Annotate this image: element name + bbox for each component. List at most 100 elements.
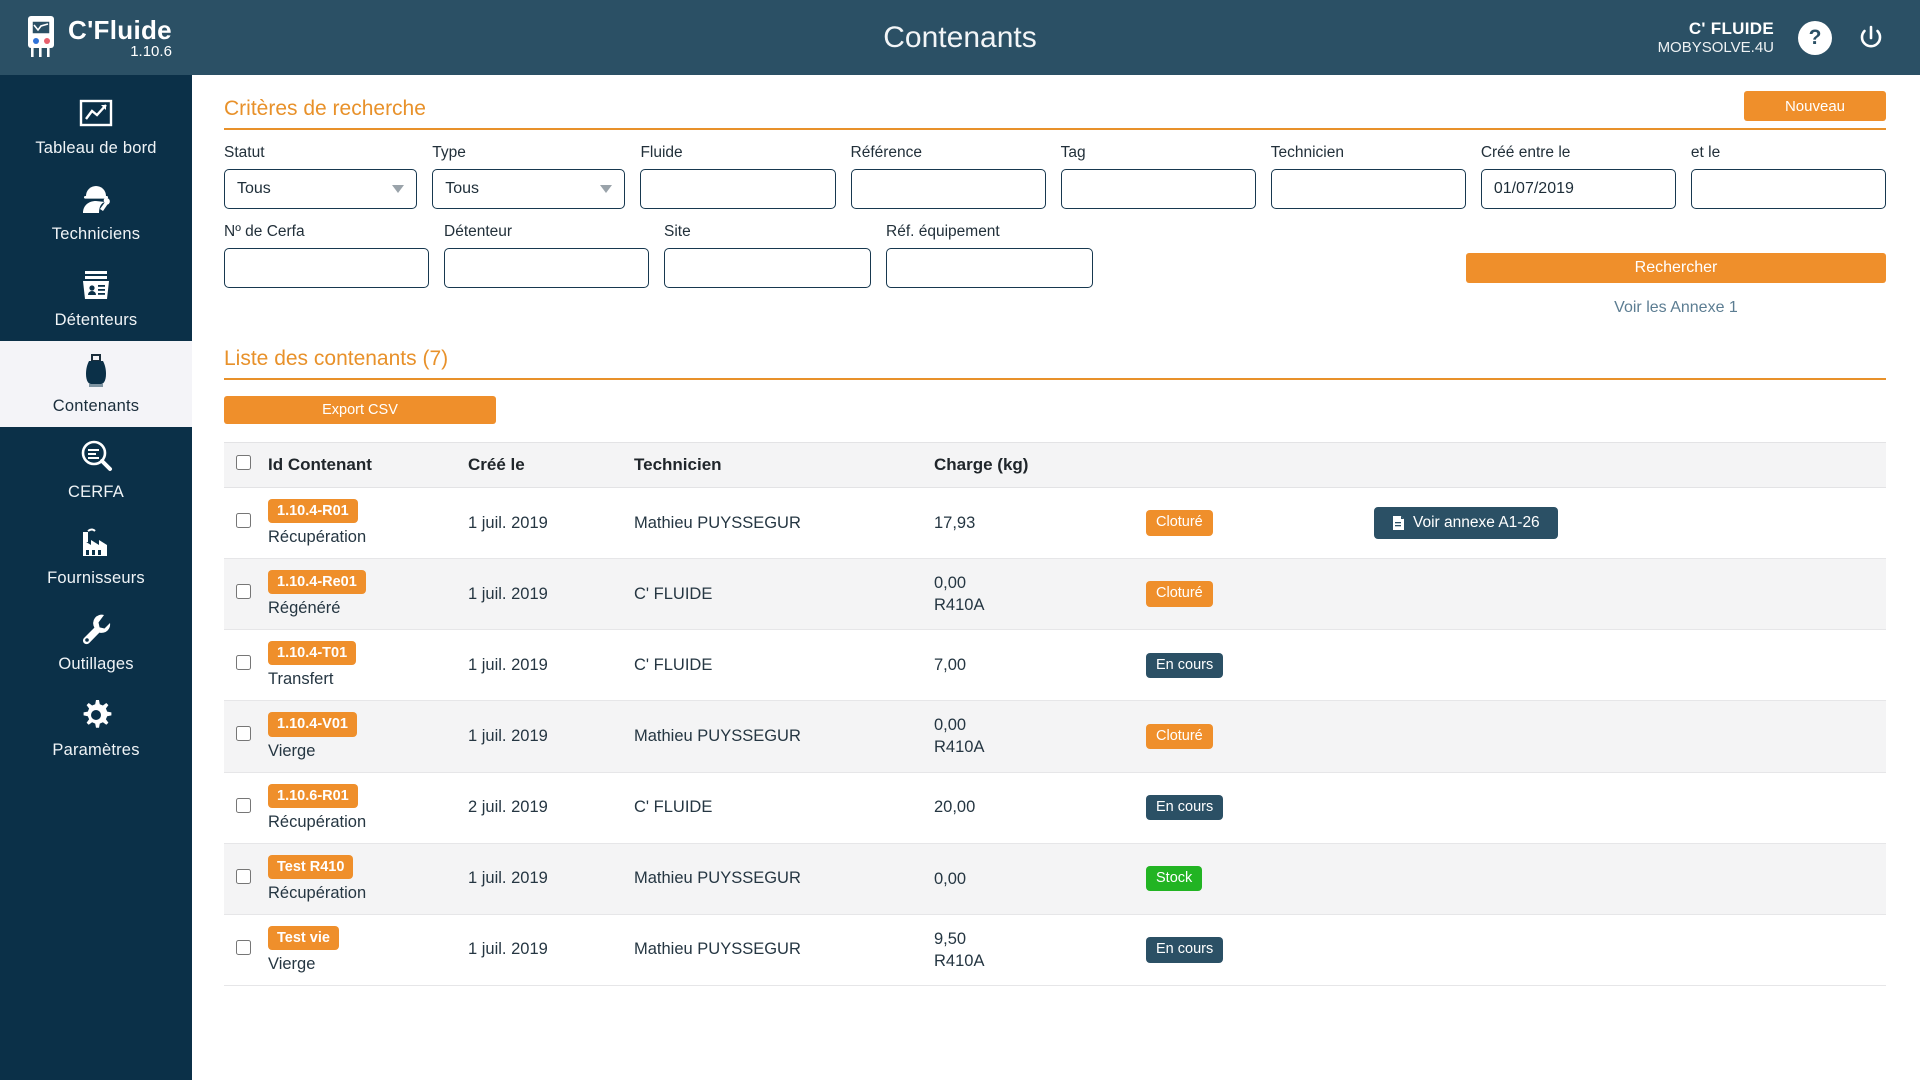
charge-value: 20,00 xyxy=(934,798,976,817)
table-row[interactable]: Test R410 Récupération 1 juil. 2019 Math… xyxy=(224,843,1886,915)
table-row[interactable]: 1.10.4-T01 Transfert 1 juil. 2019 C' FLU… xyxy=(224,629,1886,702)
container-type-label: Récupération xyxy=(268,883,367,902)
cell-status: En cours xyxy=(1146,629,1374,702)
sidebar-item-outillages[interactable]: Outillages xyxy=(0,599,192,685)
cell-created: 1 juil. 2019 xyxy=(468,487,634,560)
field-label: et le xyxy=(1690,144,1721,161)
table-row[interactable]: Test vie Vierge 1 juil. 2019 Mathieu PUY… xyxy=(224,914,1886,986)
row-checkbox[interactable] xyxy=(236,513,251,529)
charge-value: 7,00 xyxy=(934,656,967,675)
no-action xyxy=(1374,807,1886,808)
brand-logo-area[interactable]: C'Fluide 1.10.6 xyxy=(0,14,192,62)
status-badge: En cours xyxy=(1146,937,1224,963)
column-header-status xyxy=(1146,442,1374,488)
new-button[interactable]: Nouveau xyxy=(1744,91,1886,121)
row-checkbox[interactable] xyxy=(236,726,251,742)
row-select-cell xyxy=(224,487,268,560)
charge-value: 0,00 xyxy=(934,573,967,592)
account-sub: MOBYSOLVE.4U xyxy=(1657,38,1774,56)
cell-charge: 0,00 R410A xyxy=(934,700,1146,773)
cell-created: 1 juil. 2019 xyxy=(468,629,634,702)
container-id-badge: 1.10.6-R01 xyxy=(268,783,358,808)
sidebar-item-cerfa[interactable]: CERFA xyxy=(0,427,192,513)
ref-equipement-input[interactable] xyxy=(886,248,1093,288)
no-action xyxy=(1374,949,1886,950)
sidebar-item-detenteurs[interactable]: Détenteurs xyxy=(0,255,192,341)
chevron-down-icon xyxy=(392,185,405,193)
search-button[interactable]: Rechercher xyxy=(1466,253,1886,283)
field-label: Référence xyxy=(850,144,923,161)
cell-technician: Mathieu PUYSSEGUR xyxy=(634,700,934,773)
technicien-input[interactable] xyxy=(1270,169,1466,209)
type-select[interactable]: Tous xyxy=(432,169,626,209)
container-id-badge: 1.10.4-T01 xyxy=(268,641,357,666)
id-card-box-icon xyxy=(83,271,109,299)
tag-input[interactable] xyxy=(1060,169,1256,209)
row-checkbox[interactable] xyxy=(236,584,251,600)
field-label: Détenteur xyxy=(444,223,513,240)
table-row[interactable]: 1.10.4-Re01 Régénéré 1 juil. 2019 C' FLU… xyxy=(224,558,1886,631)
statut-select-value: Tous xyxy=(237,180,271,197)
column-header-id[interactable]: Id Contenant xyxy=(268,442,468,488)
table-row[interactable]: 1.10.6-R01 Récupération 2 juil. 2019 C' … xyxy=(224,772,1886,844)
container-type-label: Transfert xyxy=(268,670,334,689)
sidebar-item-contenants[interactable]: Contenants xyxy=(0,341,192,427)
row-checkbox[interactable] xyxy=(236,868,251,884)
table-header: Id Contenant Créé le Technicien Charge (… xyxy=(224,442,1886,488)
cell-action: Voir annexe A1-26 xyxy=(1374,487,1886,560)
detenteur-input[interactable] xyxy=(444,248,649,288)
gas-cylinder-icon xyxy=(86,354,106,387)
field-label: Site xyxy=(664,223,691,240)
technician-worker-icon xyxy=(83,186,110,213)
table-header-row: Id Contenant Créé le Technicien Charge (… xyxy=(224,442,1886,488)
cell-technician: Mathieu PUYSSEGUR xyxy=(634,487,934,560)
view-annex-link[interactable]: Voir les Annexe 1 xyxy=(1466,299,1886,317)
sidebar-item-label: Paramètres xyxy=(52,741,140,759)
cell-charge: 17,93 xyxy=(934,487,1146,560)
select-all-checkbox[interactable] xyxy=(236,455,251,470)
power-icon[interactable] xyxy=(1856,23,1886,53)
container-type-label: Vierge xyxy=(268,741,316,760)
sidebar-item-tableau-de-bord[interactable]: Tableau de bord xyxy=(0,83,192,169)
container-id-badge: 1.10.4-V01 xyxy=(268,712,357,737)
row-checkbox[interactable] xyxy=(236,939,251,955)
row-checkbox[interactable] xyxy=(236,797,251,813)
fluide-input[interactable] xyxy=(640,169,836,209)
table-row[interactable]: 1.10.4-R01 Récupération 1 juil. 2019 Mat… xyxy=(224,487,1886,560)
container-type-label: Récupération xyxy=(268,812,367,831)
sidebar-item-label: Tableau de bord xyxy=(35,139,157,157)
sidebar-item-fournisseurs[interactable]: Fournisseurs xyxy=(0,513,192,599)
reference-input[interactable] xyxy=(850,169,1046,209)
column-header-technician[interactable]: Technicien xyxy=(634,442,934,488)
sidebar-item-parametres[interactable]: Paramètres xyxy=(0,685,192,771)
field-label: Statut xyxy=(224,144,265,161)
top-bar: C'Fluide 1.10.6 Contenants C' FLUIDE MOB… xyxy=(0,0,1920,75)
site-input[interactable] xyxy=(664,248,871,288)
statut-select[interactable]: Tous xyxy=(224,169,418,209)
question-mark-icon[interactable]: ? xyxy=(1798,20,1832,55)
table-row[interactable]: 1.10.4-V01 Vierge 1 juil. 2019 Mathieu P… xyxy=(224,700,1886,773)
no-cerfa-input[interactable] xyxy=(224,248,429,288)
date-from-input[interactable] xyxy=(1480,169,1676,209)
view-annex-button-label: Voir annexe A1-26 xyxy=(1413,514,1540,532)
row-checkbox[interactable] xyxy=(236,655,251,671)
status-badge: Cloturé xyxy=(1146,723,1213,750)
status-badge: Stock xyxy=(1146,865,1203,892)
export-csv-button[interactable]: Export CSV xyxy=(224,396,496,424)
sidebar: Tableau de bord Techniciens Détenteurs C… xyxy=(0,75,192,1080)
view-annex-button[interactable]: Voir annexe A1-26 xyxy=(1374,507,1558,540)
column-header-created[interactable]: Créé le xyxy=(468,442,634,488)
field-label: Créé entre le xyxy=(1480,144,1571,161)
column-header-charge[interactable]: Charge (kg) xyxy=(934,442,1146,488)
cell-action xyxy=(1374,629,1886,702)
date-to-input[interactable] xyxy=(1690,169,1886,209)
charge-value: 17,93 xyxy=(934,513,976,532)
column-header-actions xyxy=(1374,442,1886,488)
sidebar-item-techniciens[interactable]: Techniciens xyxy=(0,169,192,255)
brand-name: C'Fluide xyxy=(68,14,172,45)
list-section: Liste des contenants (7) Export CSV Id C… xyxy=(224,347,1886,986)
cell-action xyxy=(1374,700,1886,773)
cell-technician: C' FLUIDE xyxy=(634,629,934,702)
cell-id: 1.10.4-Re01 Régénéré xyxy=(268,558,468,631)
chart-dashboard-icon xyxy=(79,99,113,127)
